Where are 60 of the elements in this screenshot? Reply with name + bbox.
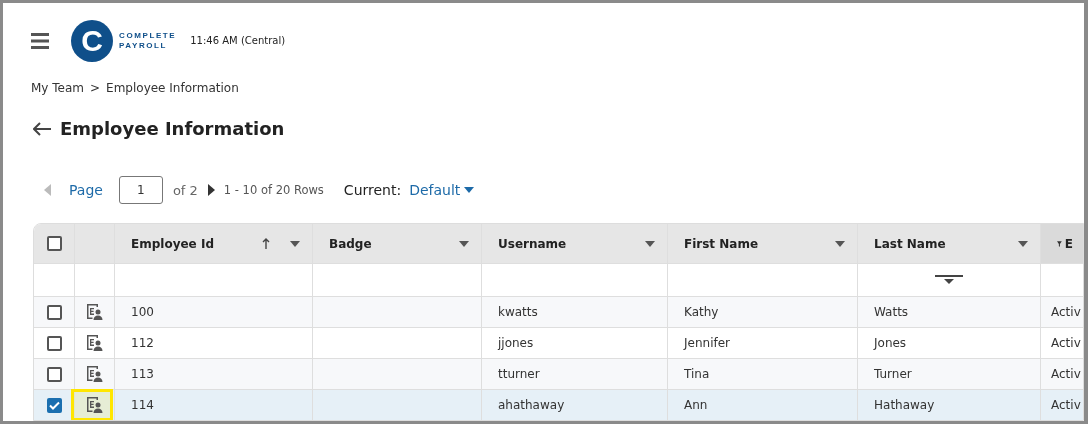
employee-card-icon[interactable] <box>85 396 104 415</box>
employee-card-icon[interactable] <box>85 334 104 353</box>
breadcrumb-item[interactable]: My Team <box>31 80 84 99</box>
table-cell: Kathy <box>684 305 719 320</box>
table-cell: Activ <box>1051 367 1081 382</box>
table-cell: Activ <box>1051 305 1081 320</box>
table-cell: 100 <box>131 305 154 320</box>
view-dropdown[interactable]: Default <box>409 182 475 199</box>
row-range: 1 - 10 of 20 Rows <box>223 183 324 198</box>
table-cell: Jones <box>874 336 907 351</box>
breadcrumb-separator: > <box>90 80 101 97</box>
row-checkbox[interactable] <box>46 366 62 382</box>
table-cell: Activ <box>1051 336 1081 351</box>
row-checkbox[interactable] <box>46 397 62 413</box>
dropdown-caret-icon[interactable] <box>835 240 845 247</box>
table-cell: Jennifer <box>684 336 730 351</box>
table-cell: jjones <box>498 336 534 351</box>
dropdown-caret-icon[interactable] <box>290 240 300 247</box>
column-header[interactable]: Badge <box>329 236 451 251</box>
time-text: 11:46 AM (Central) <box>190 35 286 47</box>
page-label: Page <box>69 182 103 199</box>
dropdown-caret-icon[interactable] <box>645 240 655 247</box>
table-cell: 114 <box>131 398 154 413</box>
view-label: Current: <box>343 182 402 199</box>
sort-up-arrow-icon[interactable] <box>262 238 270 250</box>
row-checkbox[interactable] <box>46 335 62 351</box>
logo-text: COMPLETE PAYROLL <box>119 30 177 51</box>
table-cell: Turner <box>874 367 912 382</box>
table-cell: Activ <box>1051 398 1081 413</box>
next-page-icon[interactable] <box>205 184 216 197</box>
column-header[interactable]: E <box>1064 236 1073 251</box>
column-header[interactable]: Employee Id <box>131 236 254 251</box>
filter-icon[interactable] <box>1057 238 1062 249</box>
employee-card-icon[interactable] <box>85 365 104 384</box>
column-header[interactable]: First Name <box>684 236 827 251</box>
filter-row-icon[interactable] <box>935 275 963 286</box>
table-cell: Ann <box>684 398 708 413</box>
employee-card-icon[interactable] <box>85 303 104 322</box>
table-cell: Tina <box>684 367 710 382</box>
table-cell: 113 <box>131 367 154 382</box>
table-cell: ahathaway <box>498 398 565 413</box>
table-cell: tturner <box>498 367 540 382</box>
dropdown-caret-icon[interactable] <box>1018 240 1028 247</box>
table-cell: Watts <box>874 305 909 320</box>
breadcrumb-item: Employee Information <box>106 80 239 97</box>
page-input[interactable]: 1 <box>118 176 163 205</box>
logo-mark: C <box>71 19 113 62</box>
table-cell: Hathaway <box>874 398 935 413</box>
dropdown-caret-icon[interactable] <box>464 187 475 194</box>
back-arrow-icon[interactable] <box>33 122 51 136</box>
menu-icon[interactable] <box>31 31 49 50</box>
table-cell: kwatts <box>498 305 538 320</box>
column-header[interactable]: Username <box>498 236 637 251</box>
dropdown-caret-icon[interactable] <box>459 240 469 247</box>
table-cell: 112 <box>131 336 154 351</box>
page-title: Employee Information <box>60 118 285 140</box>
page-count: of 2 <box>172 182 198 198</box>
row-checkbox[interactable] <box>46 304 62 320</box>
column-header[interactable]: Last Name <box>874 236 1010 251</box>
select-all-checkbox[interactable] <box>46 236 62 252</box>
